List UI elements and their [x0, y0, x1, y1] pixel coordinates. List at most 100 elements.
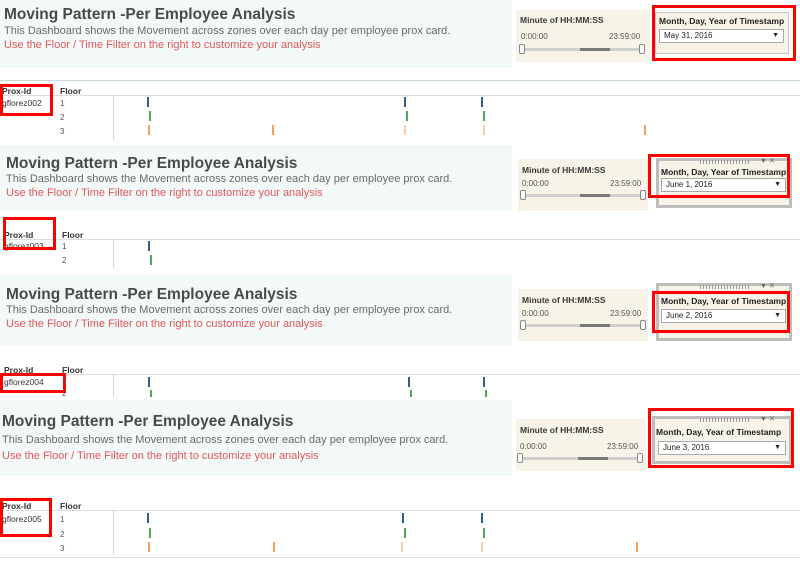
- header-rule: [0, 510, 800, 511]
- time-slider-range: [580, 48, 610, 51]
- header-rule: [0, 239, 800, 240]
- movement-mark: [147, 97, 149, 107]
- time-filter-label: Minute of HH:MM:SS: [520, 425, 604, 435]
- annotation-box-prox: [0, 84, 53, 116]
- dashboard-subtitle: This Dashboard shows the Movement across…: [2, 434, 449, 446]
- drag-grip-icon[interactable]: [700, 285, 750, 289]
- panel-1: Moving Pattern -Per Employee Analysis Th…: [0, 0, 800, 141]
- annotation-box-date: [652, 291, 790, 333]
- annotation-box-prox: [3, 217, 56, 250]
- annotation-box-date: [652, 5, 796, 61]
- movement-mark: [481, 97, 483, 107]
- movement-mark: [636, 542, 638, 552]
- time-slider-range: [580, 194, 610, 197]
- time-slider-start-handle[interactable]: [519, 44, 525, 54]
- floor-label-3: 3: [60, 544, 65, 553]
- time-slider-end-handle[interactable]: [639, 44, 645, 54]
- movement-mark: [149, 111, 151, 121]
- header-rule: [0, 374, 800, 375]
- time-filter-label: Minute of HH:MM:SS: [522, 165, 606, 175]
- time-filter-start: 0:00:00: [522, 309, 549, 318]
- annotation-box-prox: [0, 373, 66, 393]
- floor-label-1: 1: [60, 515, 65, 524]
- movement-mark: [485, 390, 487, 397]
- dashboard-subtitle: This Dashboard shows the Movement across…: [6, 173, 453, 185]
- time-filter-start: 0:00:00: [521, 32, 548, 41]
- movement-mark: [402, 513, 404, 523]
- axis-line: [113, 511, 114, 555]
- movement-mark: [147, 513, 149, 523]
- movement-mark: [483, 377, 485, 387]
- floor-label-1: 1: [62, 377, 67, 386]
- time-slider-start-handle[interactable]: [520, 320, 526, 330]
- time-filter-start: 0:00:00: [520, 442, 547, 451]
- time-slider-range: [580, 324, 610, 327]
- movement-mark: [481, 542, 483, 552]
- movement-mark: [644, 125, 646, 135]
- floor-label-2: 2: [62, 389, 67, 397]
- movement-mark: [404, 528, 406, 538]
- time-filter-end: 23:59:00: [607, 442, 639, 451]
- time-slider-range: [578, 457, 608, 460]
- dashboard-title: Moving Pattern -Per Employee Analysis: [2, 413, 294, 430]
- movement-mark: [483, 125, 485, 135]
- dashboard-hint: Use the Floor / Time Filter on the right…: [2, 450, 319, 462]
- annotation-box-date: [648, 154, 790, 198]
- movement-mark: [408, 377, 410, 387]
- floor-label-3: 3: [60, 127, 65, 136]
- floor-label-2: 2: [62, 256, 67, 265]
- floor-label-2: 2: [60, 113, 65, 122]
- panel-4: Moving Pattern -Per Employee Analysis Th…: [0, 397, 800, 571]
- movement-mark: [483, 528, 485, 538]
- time-slider-end-handle[interactable]: [637, 453, 643, 463]
- dashboard-subtitle: This Dashboard shows the Movement across…: [6, 304, 453, 316]
- time-slider-start-handle[interactable]: [517, 453, 523, 463]
- dashboard-hint: Use the Floor / Time Filter on the right…: [6, 187, 323, 199]
- annotation-box-date: [648, 408, 794, 468]
- movement-mark: [406, 111, 408, 121]
- movement-mark: [401, 542, 403, 552]
- time-filter-label: Minute of HH:MM:SS: [520, 15, 604, 25]
- axis-line: [113, 240, 114, 268]
- movement-mark: [149, 528, 151, 538]
- movement-mark: [148, 377, 150, 387]
- movement-mark: [148, 542, 150, 552]
- movement-mark: [410, 390, 412, 397]
- divider: [0, 80, 800, 81]
- movement-mark: [272, 125, 274, 135]
- axis-line: [113, 375, 114, 397]
- movement-mark: [483, 111, 485, 121]
- movement-mark: [273, 542, 275, 552]
- time-filter-end: 23:59:00: [610, 179, 642, 188]
- floor-label-1: 1: [60, 99, 65, 108]
- movement-mark: [150, 390, 152, 397]
- time-slider-end-handle[interactable]: [640, 190, 646, 200]
- dashboard-hint: Use the Floor / Time Filter on the right…: [6, 318, 323, 330]
- time-filter-end: 23:59:00: [609, 32, 641, 41]
- divider: [0, 557, 800, 558]
- movement-mark: [148, 125, 150, 135]
- floor-label-1: 1: [62, 242, 67, 251]
- annotation-box-prox: [0, 498, 52, 537]
- header-rule: [0, 95, 800, 96]
- movement-mark: [404, 125, 406, 135]
- panel-3: Moving Pattern -Per Employee Analysis Th…: [0, 271, 800, 397]
- movement-mark: [148, 241, 150, 251]
- dashboard-title: Moving Pattern -Per Employee Analysis: [4, 6, 296, 23]
- time-filter-label: Minute of HH:MM:SS: [522, 295, 606, 305]
- dashboard-hint: Use the Floor / Time Filter on the right…: [4, 39, 321, 51]
- time-filter-end: 23:59:00: [610, 309, 642, 318]
- time-slider-start-handle[interactable]: [520, 190, 526, 200]
- dashboard-title: Moving Pattern -Per Employee Analysis: [6, 286, 298, 303]
- axis-line: [113, 96, 114, 140]
- dashboard-title: Moving Pattern -Per Employee Analysis: [6, 155, 298, 172]
- movement-mark: [150, 255, 152, 265]
- collapse-icon[interactable]: ▼ ✕: [760, 282, 775, 290]
- time-slider-end-handle[interactable]: [640, 320, 646, 330]
- panel-2: Moving Pattern -Per Employee Analysis Th…: [0, 141, 800, 271]
- dashboard-subtitle: This Dashboard shows the Movement across…: [4, 25, 451, 37]
- movement-mark: [404, 97, 406, 107]
- time-filter-start: 0:00:00: [522, 179, 549, 188]
- floor-label-2: 2: [60, 530, 65, 539]
- movement-mark: [481, 513, 483, 523]
